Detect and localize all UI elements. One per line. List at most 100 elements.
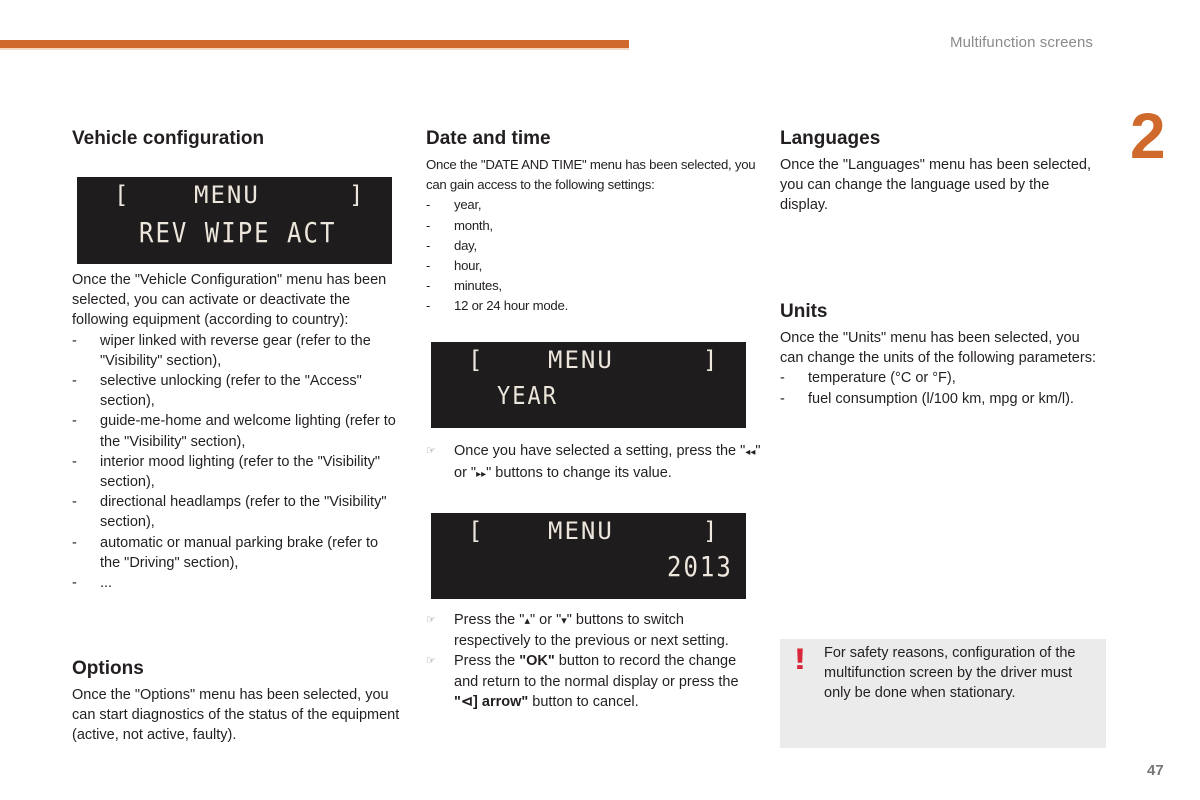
- list-item: - selective unlocking (refer to the "Acce…: [72, 371, 402, 411]
- list-item-text: directional headlamps (refer to the "Vis…: [100, 494, 387, 531]
- list-item-text: 12 or 24 hour mode.: [454, 298, 569, 314]
- units-heading: Units: [780, 301, 828, 322]
- list-item: - year,: [426, 195, 761, 215]
- list-item-text: fuel consumption (l/100 km, mpg or km/l)…: [808, 390, 1074, 407]
- warning-exclamation-icon: !: [793, 643, 807, 676]
- dash: -: [426, 237, 431, 253]
- lcd-display-year: [ MENU ] YEAR: [431, 342, 746, 428]
- chapter-number: 2: [1130, 100, 1166, 172]
- list-item-text: selective unlocking (refer to the "Acces…: [100, 373, 362, 410]
- options-text: Once the "Options" menu has been selecte…: [72, 687, 400, 744]
- languages-heading: Languages: [780, 128, 881, 149]
- ok-button-label: "OK": [519, 653, 555, 670]
- list-item-text: ...: [100, 575, 113, 592]
- note-text: Press the: [454, 653, 520, 670]
- list-item-text: guide-me-home and welcome lighting (refe…: [100, 413, 396, 450]
- page-number: 47: [1147, 762, 1164, 779]
- date-time-note-change-value: ☞ Once you have selected a setting, pres…: [426, 441, 761, 485]
- pointing-hand-icon: ☞: [426, 614, 436, 626]
- lcd-display-rev-wipe: [ MENU ] REV WIPE ACT: [77, 177, 392, 264]
- dash: -: [780, 390, 785, 407]
- languages-section: Languages Once the "Languages" menu has …: [780, 127, 1100, 216]
- list-item-text: month,: [454, 217, 493, 233]
- lcd-bracket-right: ]: [703, 517, 718, 545]
- vehicle-configuration-intro: Once the "Vehicle Configuration" menu ha…: [72, 272, 387, 329]
- languages-text: Once the "Languages" menu has been selec…: [780, 157, 1091, 214]
- date-time-notes-navigation: ☞ Press the "▴" or "▾" buttons to switch…: [426, 610, 761, 712]
- list-item: - fuel consumption (l/100 km, mpg or km/l…: [780, 389, 1100, 409]
- dash: -: [426, 217, 431, 233]
- note-text: Press the ": [454, 612, 525, 628]
- date-time-section: Date and time Once the "DATE AND TIME" m…: [426, 127, 761, 317]
- vehicle-configuration-list: - wiper linked with reverse gear (refer t…: [72, 331, 402, 594]
- list-item: - guide-me-home and welcome lighting (ref…: [72, 411, 402, 451]
- pointing-hand-icon: ☞: [426, 655, 436, 668]
- list-item: - day,: [426, 236, 761, 256]
- dash: -: [72, 373, 77, 390]
- dash: -: [72, 534, 77, 551]
- instruction-note: ☞ Once you have selected a setting, pres…: [426, 441, 761, 485]
- back-arrow-button-label: "⊲] arrow": [454, 693, 529, 710]
- dash: -: [72, 332, 77, 349]
- list-item-text: automatic or manual parking brake (refer…: [100, 534, 379, 571]
- pointing-hand-icon: ☞: [426, 445, 436, 457]
- date-time-intro: Once the "DATE AND TIME" menu has been s…: [426, 157, 756, 193]
- list-item-text: interior mood lighting (refer to the "Vi…: [100, 453, 381, 491]
- list-item: - hour,: [426, 256, 761, 276]
- instruction-note: ☞ Press the "▴" or "▾" buttons to switch…: [426, 610, 761, 651]
- lcd-line2: REV WIPE ACT: [139, 216, 337, 250]
- note-text: " buttons to change its value.: [486, 465, 672, 482]
- header-accent-bar: [0, 40, 629, 48]
- vehicle-configuration-heading: Vehicle configuration: [72, 128, 265, 149]
- lcd-bracket-left: [: [468, 517, 483, 545]
- units-intro: Once the "Units" menu has been selected,…: [780, 330, 1096, 367]
- dash: -: [72, 575, 77, 592]
- dash: -: [426, 278, 431, 294]
- dash: -: [72, 494, 77, 511]
- note-text: Once you have selected a setting, press …: [454, 443, 746, 459]
- list-item: - wiper linked with reverse gear (refer t…: [72, 331, 402, 371]
- list-item: - temperature (°C or °F),: [780, 368, 1100, 388]
- units-list: - temperature (°C or °F), - fuel consumpti…: [780, 368, 1100, 408]
- list-item: - automatic or manual parking brake (refe…: [72, 533, 402, 573]
- instruction-note: ☞ Press the "OK" button to record the ch…: [426, 651, 761, 712]
- vehicle-configuration-section: Vehicle configuration: [72, 127, 402, 151]
- list-item: - directional headlamps (refer to the "Vi…: [72, 492, 402, 532]
- list-item: - 12 or 24 hour mode.: [426, 296, 761, 316]
- list-item: - month,: [426, 216, 761, 236]
- list-item: -...: [72, 573, 402, 593]
- vehicle-configuration-body: Once the "Vehicle Configuration" menu ha…: [72, 270, 402, 593]
- rewind-icon: ◂◂: [745, 447, 756, 458]
- list-item-text: temperature (°C or °F),: [808, 370, 956, 387]
- running-header: Multifunction screens: [950, 34, 1093, 51]
- lcd-bracket-right: ]: [349, 181, 364, 209]
- date-time-heading: Date and time: [426, 128, 551, 149]
- note-text: " or ": [529, 612, 562, 628]
- units-section: Units Once the "Units" menu has been sel…: [780, 300, 1100, 409]
- fast-forward-icon: ▸▸: [476, 469, 487, 481]
- safety-warning-box: ! For safety reasons, configuration of t…: [780, 639, 1106, 748]
- options-heading: Options: [72, 658, 144, 679]
- safety-warning-text: For safety reasons, configuration of the…: [824, 645, 1076, 702]
- list-item: - minutes,: [426, 276, 761, 296]
- list-item: - interior mood lighting (refer to the "V…: [72, 452, 402, 492]
- dash: -: [426, 258, 431, 274]
- dash: -: [72, 413, 77, 430]
- header-accent-bar-shadow: [0, 48, 629, 50]
- options-section: Options Once the "Options" menu has been…: [72, 657, 402, 746]
- list-item-text: year,: [454, 197, 482, 213]
- date-time-settings-list: - year, - month, - day, - hour, - minutes, - 1…: [426, 195, 761, 316]
- note-text: button to cancel.: [528, 693, 639, 710]
- list-item-text: day,: [454, 237, 477, 253]
- dash: -: [426, 197, 431, 213]
- lcd-menu-label: MENU: [548, 346, 614, 374]
- list-item-text: hour,: [454, 258, 483, 274]
- lcd-display-2013: [ MENU ] 2013: [431, 513, 746, 599]
- lcd-menu-label: MENU: [194, 181, 260, 209]
- lcd-bracket-left: [: [114, 181, 129, 209]
- lcd-line2: YEAR: [497, 382, 558, 411]
- list-item-text: wiper linked with reverse gear (refer to…: [100, 332, 371, 369]
- dash: -: [780, 370, 785, 387]
- dash: -: [72, 453, 77, 470]
- lcd-menu-label: MENU: [548, 517, 614, 545]
